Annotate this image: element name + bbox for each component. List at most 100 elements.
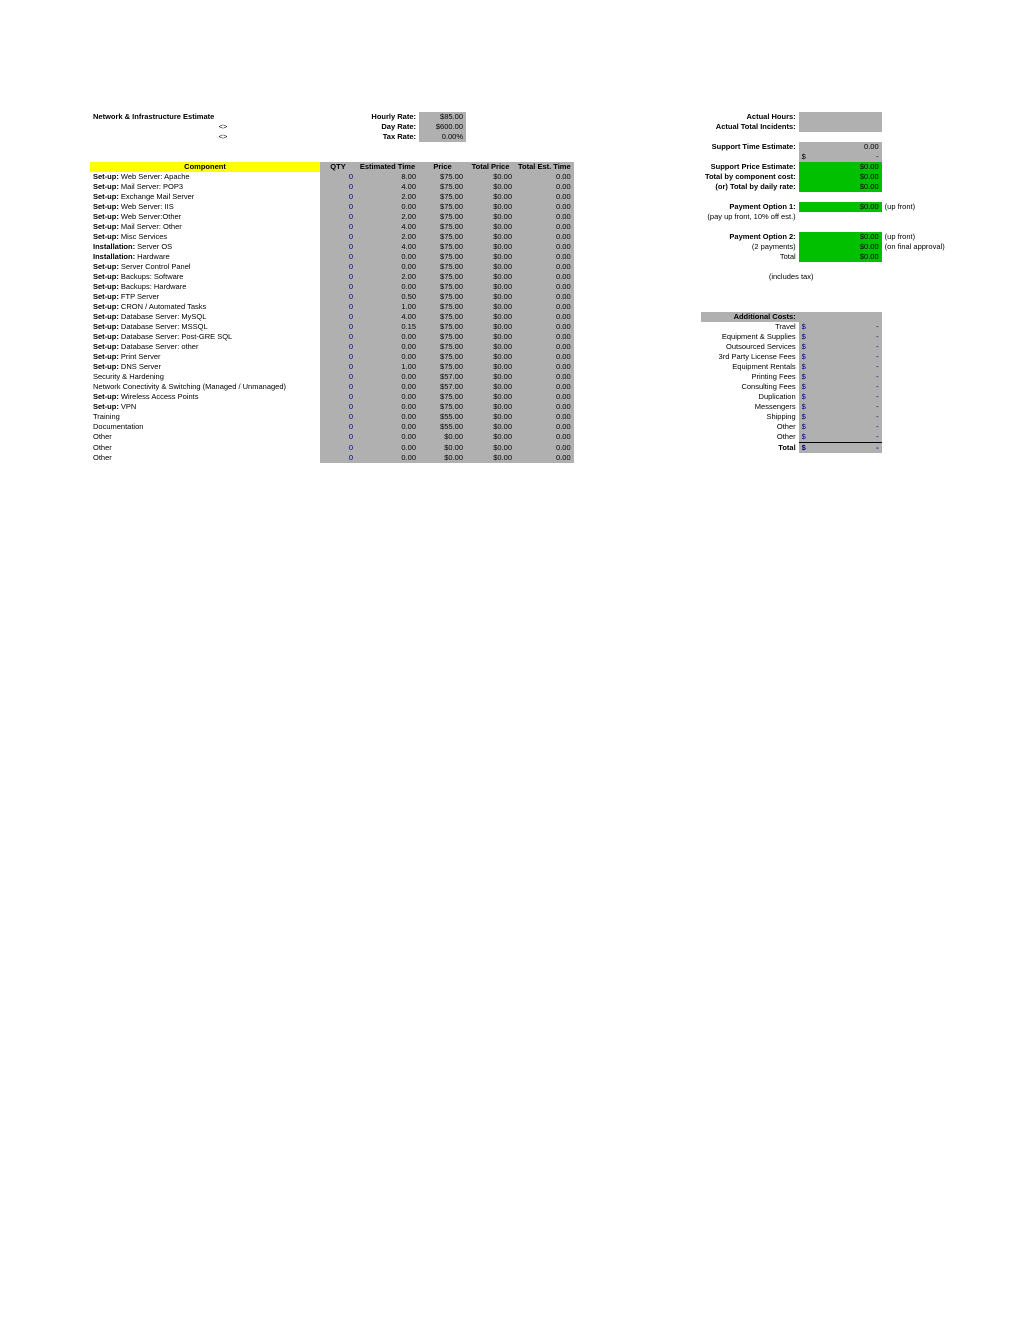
add-cost-value: -	[810, 412, 882, 422]
add-cost-dollar: $	[799, 432, 810, 443]
actual-hours-label: Actual Hours:	[701, 112, 799, 122]
price-cell: $75.00	[419, 282, 466, 292]
price-cell: $55.00	[419, 412, 466, 422]
title: Network & Infrastructure Estimate	[90, 112, 356, 122]
qty-cell: 0	[320, 172, 356, 182]
component-cell: Installation: Server OS	[90, 242, 320, 252]
total-price-cell: $0.00	[466, 292, 515, 302]
est-time-cell: 2.00	[356, 272, 419, 282]
qty-cell: 0	[320, 302, 356, 312]
price-cell: $0.00	[419, 443, 466, 454]
total-price-cell: $0.00	[466, 272, 515, 282]
total-est-time-cell: 0.00	[515, 202, 574, 212]
total-price-cell: $0.00	[466, 312, 515, 322]
price-cell: $75.00	[419, 212, 466, 222]
est-time-cell: 0.00	[356, 282, 419, 292]
total-price-cell: $0.00	[466, 372, 515, 382]
component-cell: Set-up: FTP Server	[90, 292, 320, 302]
total-price-cell: $0.00	[466, 242, 515, 252]
cust-company: <>	[90, 122, 356, 132]
add-cost-value: -	[810, 402, 882, 412]
col-price: Price	[419, 162, 466, 172]
component-cell: Set-up: Backups: Hardware	[90, 282, 320, 292]
payment-option-1-note: (up front)	[882, 202, 967, 212]
total-est-time-cell: 0.00	[515, 212, 574, 222]
est-time-cell: 0.00	[356, 262, 419, 272]
price-cell: $55.00	[419, 422, 466, 432]
qty-cell: 0	[320, 453, 356, 463]
component-cell: Set-up: Server Control Panel	[90, 262, 320, 272]
add-cost-dollar: $	[799, 382, 810, 392]
price-cell: $0.00	[419, 432, 466, 443]
add-cost-value: -	[810, 362, 882, 372]
total-price-cell: $0.00	[466, 182, 515, 192]
total-est-time-cell: 0.00	[515, 352, 574, 362]
qty-cell: 0	[320, 352, 356, 362]
component-cell: Set-up: VPN	[90, 402, 320, 412]
add-cost-label: Equipment & Supplies	[701, 332, 799, 342]
component-cell: Security & Hardening	[90, 372, 320, 382]
price-cell: $75.00	[419, 242, 466, 252]
total-est-time-cell: 0.00	[515, 392, 574, 402]
total-est-time-cell: 0.00	[515, 422, 574, 432]
component-cell: Network Conectivity & Switching (Managed…	[90, 382, 320, 392]
total-price-cell: $0.00	[466, 342, 515, 352]
total-est-time-cell: 0.00	[515, 232, 574, 242]
qty-cell: 0	[320, 372, 356, 382]
component-cell: Set-up: Exchange Mail Server	[90, 192, 320, 202]
component-cell: Set-up: Backups: Software	[90, 272, 320, 282]
day-rate-value: $600.00	[419, 122, 466, 132]
total-price-cell: $0.00	[466, 362, 515, 372]
qty-cell: 0	[320, 262, 356, 272]
price-cell: $75.00	[419, 392, 466, 402]
support-dash: -	[810, 152, 882, 162]
col-est-time: Estimated Time	[356, 162, 419, 172]
total-est-time-cell: 0.00	[515, 412, 574, 422]
est-time-cell: 0.00	[356, 453, 419, 463]
add-cost-dollar: $	[799, 412, 810, 422]
payment-option-2-note: (up front)	[882, 232, 967, 242]
est-time-cell: 4.00	[356, 312, 419, 322]
price-cell: $75.00	[419, 192, 466, 202]
total-price-cell: $0.00	[466, 382, 515, 392]
total-price-cell: $0.00	[466, 322, 515, 332]
add-cost-label: Printing Fees	[701, 372, 799, 382]
col-total-est-time: Total Est. Time	[515, 162, 574, 172]
add-cost-label: Other	[701, 422, 799, 432]
payment-option-2-value: $0.00	[799, 232, 882, 242]
total-est-time-cell: 0.00	[515, 332, 574, 342]
payment-option-2-sub1: (2 payments)	[701, 242, 799, 252]
component-cell: Documentation	[90, 422, 320, 432]
proposal-number: <>	[90, 132, 356, 142]
qty-cell: 0	[320, 362, 356, 372]
actual-incidents-value	[799, 122, 882, 132]
est-time-cell: 4.00	[356, 222, 419, 232]
qty-cell: 0	[320, 392, 356, 402]
add-cost-label: Consulting Fees	[701, 382, 799, 392]
col-qty: QTY	[320, 162, 356, 172]
est-time-cell: 1.00	[356, 362, 419, 372]
price-cell: $75.00	[419, 252, 466, 262]
price-cell: $75.00	[419, 362, 466, 372]
total-price-cell: $0.00	[466, 172, 515, 182]
add-total-value: -	[810, 443, 882, 454]
total-est-time-cell: 0.00	[515, 222, 574, 232]
total-est-time-cell: 0.00	[515, 182, 574, 192]
price-cell: $75.00	[419, 232, 466, 242]
qty-cell: 0	[320, 382, 356, 392]
add-cost-value: -	[810, 432, 882, 443]
add-cost-dollar: $	[799, 332, 810, 342]
est-time-cell: 0.00	[356, 392, 419, 402]
est-time-cell: 2.00	[356, 212, 419, 222]
support-price-value: $0.00	[799, 162, 882, 172]
add-cost-value: -	[810, 422, 882, 432]
total-est-time-cell: 0.00	[515, 172, 574, 182]
qty-cell: 0	[320, 312, 356, 322]
component-cell: Set-up: Database Server: MySQL	[90, 312, 320, 322]
qty-cell: 0	[320, 443, 356, 454]
total-price-cell: $0.00	[466, 443, 515, 454]
add-cost-dollar: $	[799, 402, 810, 412]
total-price-cell: $0.00	[466, 262, 515, 272]
component-cell: Other	[90, 443, 320, 454]
component-cell: Other	[90, 453, 320, 463]
